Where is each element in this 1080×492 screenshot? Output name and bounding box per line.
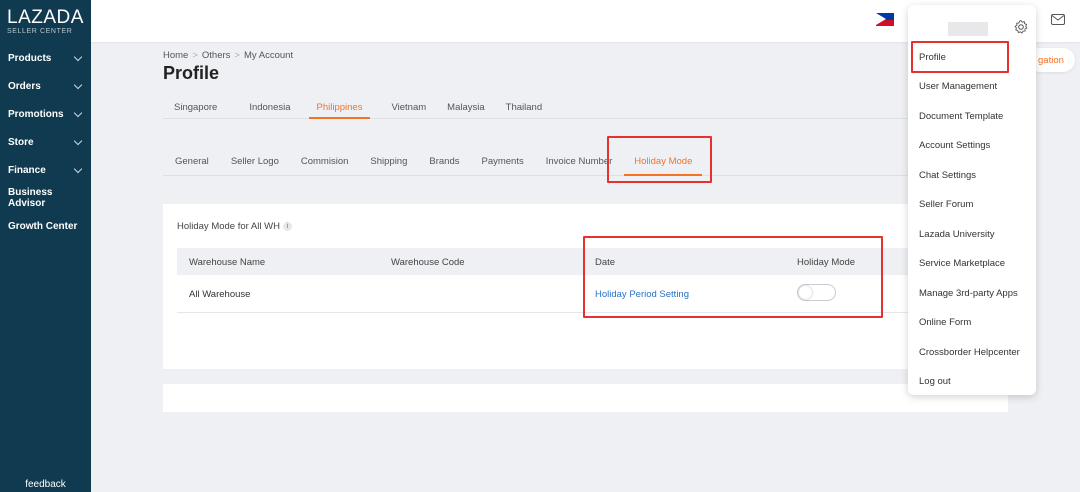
table-header: Warehouse Name Warehouse Code Date Holid…: [177, 248, 917, 275]
sidebar-item-store[interactable]: Store: [0, 128, 91, 156]
logo-wordmark: LAZADA: [7, 7, 84, 28]
breadcrumb-separator-icon: >: [234, 50, 240, 61]
menu-item-account-settings[interactable]: Account Settings: [919, 140, 990, 151]
section-title: Holiday Mode for All WH i: [177, 221, 292, 232]
menu-item-profile[interactable]: Profile: [919, 52, 946, 63]
redacted-username: [948, 22, 988, 36]
sidebar-item-orders[interactable]: Orders: [0, 72, 91, 100]
gear-icon[interactable]: [1013, 19, 1029, 35]
menu-item-log-out[interactable]: Log out: [919, 376, 951, 387]
tab-indonesia[interactable]: Indonesia: [238, 97, 290, 118]
tab-general[interactable]: General: [175, 150, 209, 175]
breadcrumb-separator-icon: >: [192, 50, 198, 61]
mail-icon[interactable]: [1051, 14, 1065, 25]
holiday-mode-toggle[interactable]: [797, 284, 836, 301]
tab-holiday-mode[interactable]: Holiday Mode: [624, 150, 703, 176]
tab-philippines[interactable]: Philippines: [308, 97, 371, 119]
breadcrumb-others[interactable]: Others: [202, 50, 231, 61]
tab-malaysia[interactable]: Malaysia: [447, 97, 485, 118]
lazada-logo[interactable]: LAZADA SELLER CENTER: [0, 0, 91, 44]
menu-item-manage-3rd-party-apps[interactable]: Manage 3rd-party Apps: [919, 288, 1018, 299]
menu-item-seller-forum[interactable]: Seller Forum: [919, 199, 973, 210]
chevron-down-icon: [73, 136, 83, 145]
column-header-warehouse-name: Warehouse Name: [189, 257, 266, 268]
sidebar-item-label: Finance: [8, 164, 46, 176]
profile-sub-tabs: General Seller Logo Commision Shipping B…: [163, 150, 1008, 176]
chevron-down-icon: [73, 164, 83, 173]
philippines-flag-icon[interactable]: [876, 13, 894, 26]
section-title-text: Holiday Mode for All WH: [177, 221, 280, 232]
sidebar-item-label: Products: [8, 52, 52, 64]
sidebar: LAZADA SELLER CENTER Products Orders Pro…: [0, 0, 91, 492]
holiday-period-setting-link[interactable]: Holiday Period Setting: [595, 289, 689, 300]
tab-thailand[interactable]: Thailand: [506, 97, 542, 118]
table-row: All Warehouse Holiday Period Setting: [177, 275, 917, 313]
account-dropdown-menu: Profile User Management Document Templat…: [908, 5, 1036, 395]
country-tabs: Singapore Indonesia Philippines Vietnam …: [163, 97, 1008, 119]
logo-subtitle: SELLER CENTER: [7, 28, 73, 35]
sidebar-item-business-advisor[interactable]: Business Advisor: [0, 184, 91, 212]
sidebar-item-finance[interactable]: Finance: [0, 156, 91, 184]
holiday-mode-card: Holiday Mode for All WH i Warehouse Name …: [163, 204, 1008, 369]
tab-singapore[interactable]: Singapore: [163, 97, 217, 118]
info-icon[interactable]: i: [282, 222, 292, 231]
menu-item-service-marketplace[interactable]: Service Marketplace: [919, 258, 1005, 269]
feedback-link[interactable]: feedback: [0, 479, 91, 490]
tab-vietnam[interactable]: Vietnam: [391, 97, 426, 118]
chevron-down-icon: [73, 108, 83, 117]
menu-item-crossborder-helpcenter[interactable]: Crossborder Helpcenter: [919, 347, 1020, 358]
tab-commision[interactable]: Commision: [301, 150, 349, 175]
chevron-down-icon: [73, 80, 83, 89]
tab-brands[interactable]: Brands: [429, 150, 459, 175]
breadcrumb: Home > Others > My Account: [163, 50, 293, 61]
menu-item-chat-settings[interactable]: Chat Settings: [919, 170, 976, 181]
toggle-knob: [799, 286, 812, 299]
sidebar-item-label: Growth Center: [8, 220, 78, 232]
page-title: Profile: [163, 63, 220, 83]
column-header-holiday-mode: Holiday Mode: [797, 257, 856, 268]
sidebar-item-promotions[interactable]: Promotions: [0, 100, 91, 128]
chevron-down-icon: [73, 52, 83, 61]
breadcrumb-my-account: My Account: [243, 50, 294, 61]
tab-shipping[interactable]: Shipping: [370, 150, 407, 175]
tab-seller-logo[interactable]: Seller Logo: [231, 150, 279, 175]
secondary-card: [163, 384, 1008, 412]
column-header-date: Date: [595, 257, 616, 268]
sidebar-item-label: Business Advisor: [8, 187, 53, 209]
menu-item-user-management[interactable]: User Management: [919, 81, 997, 92]
column-header-warehouse-code: Warehouse Code: [391, 257, 465, 268]
sidebar-item-growth-center[interactable]: Growth Center: [0, 212, 91, 240]
sidebar-item-label: Orders: [8, 80, 41, 92]
sidebar-nav: Products Orders Promotions Store Finance…: [0, 44, 91, 240]
tab-payments[interactable]: Payments: [481, 150, 523, 175]
sidebar-item-products[interactable]: Products: [0, 44, 91, 72]
warehouse-name-cell: All Warehouse: [189, 289, 251, 300]
menu-item-document-template[interactable]: Document Template: [919, 111, 1003, 122]
menu-item-lazada-university[interactable]: Lazada University: [919, 229, 995, 240]
menu-item-online-form[interactable]: Online Form: [919, 317, 971, 328]
tab-invoice-number[interactable]: Invoice Number: [546, 150, 613, 175]
breadcrumb-home[interactable]: Home: [163, 50, 188, 61]
sidebar-item-label: Store: [8, 136, 34, 148]
sidebar-item-label: Promotions: [8, 108, 64, 120]
